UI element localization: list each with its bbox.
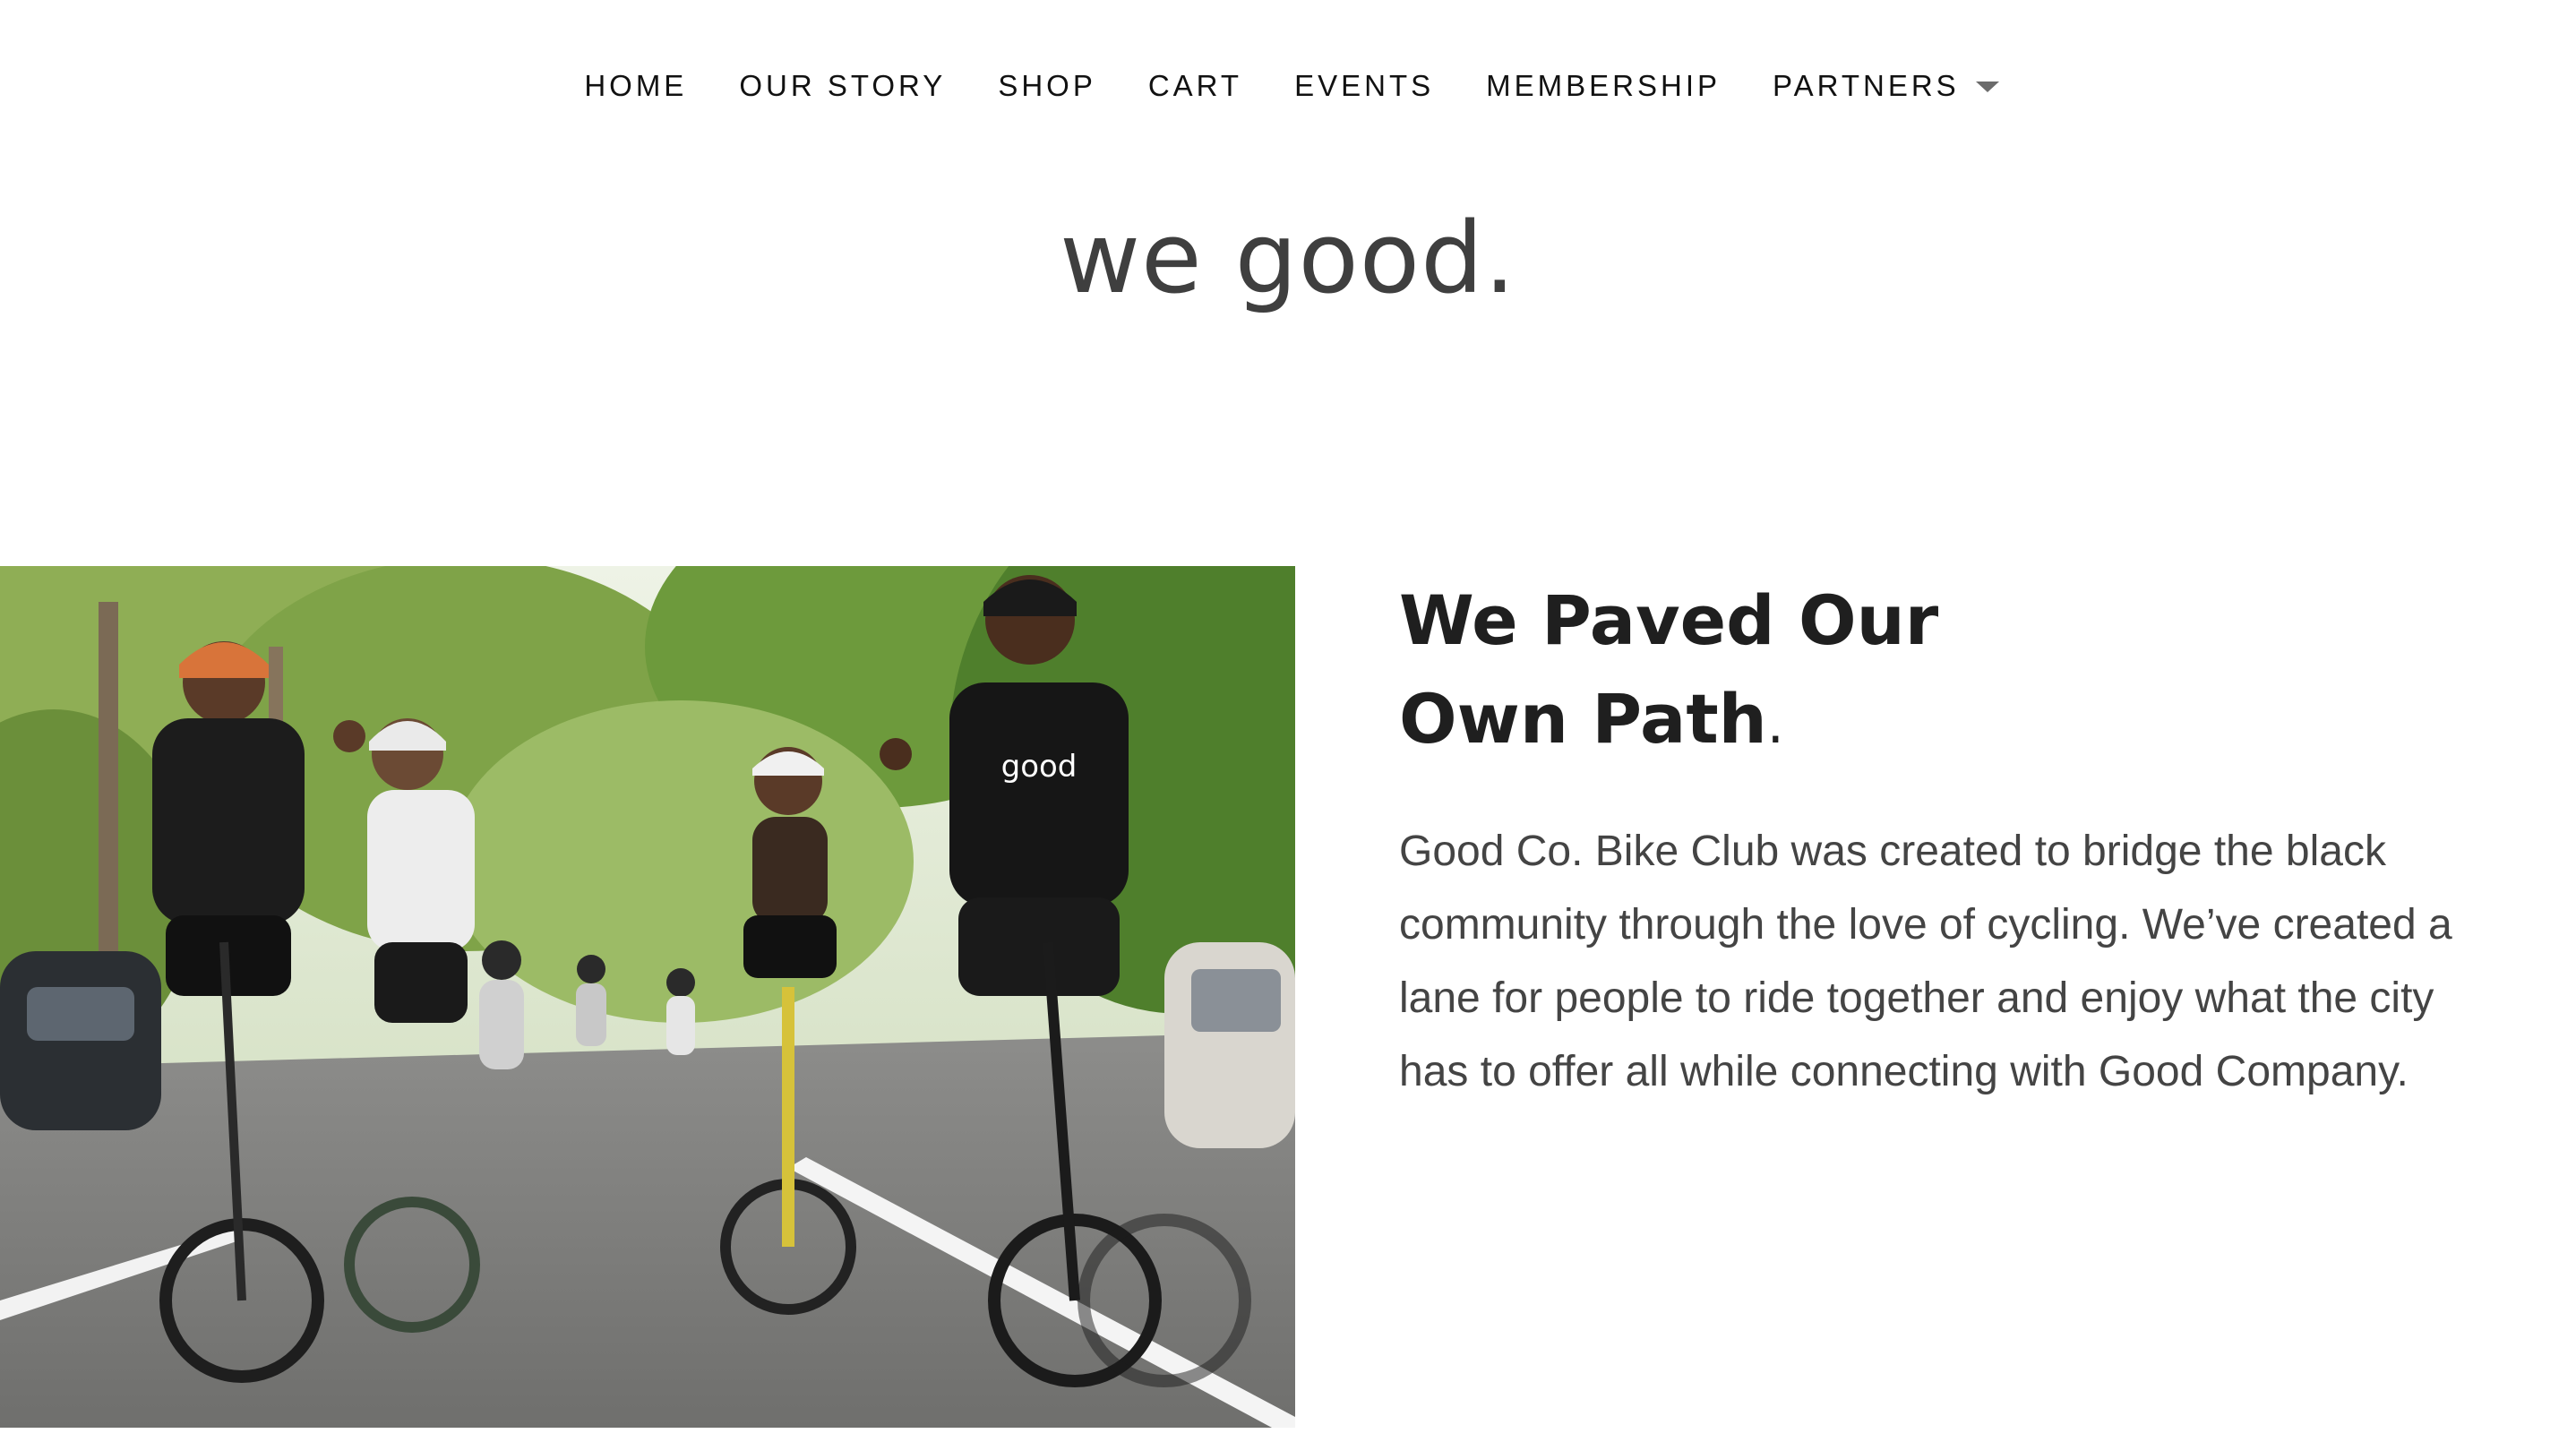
site-title: we good. [1060, 201, 1516, 315]
about-body: Good Co. Bike Club was created to bridge… [1399, 828, 2452, 1095]
nav-link-membership[interactable]: MEMBERSHIP [1486, 69, 1721, 103]
nav-link-our-story[interactable]: OUR STORY [739, 69, 946, 103]
headline-line-1: We Paved Our [1399, 580, 1939, 660]
about-section: We Paved Our Own Path. Good Co. Bike Clu… [1399, 571, 2456, 1152]
main-navigation: HOME OUR STORY SHOP CART EVENTS MEMBERSH… [0, 64, 2576, 107]
svg-text:good: good [1001, 749, 1078, 785]
chevron-down-icon[interactable] [1975, 82, 1999, 92]
nav-link-events[interactable]: EVENTS [1294, 69, 1434, 103]
nav-links: HOME OUR STORY SHOP CART EVENTS MEMBERSH… [584, 69, 1999, 103]
headline-line-2-text: Own Path [1399, 679, 1767, 759]
about-headline: We Paved Our Own Path. [1399, 571, 2456, 774]
headline-period: . [1766, 693, 1784, 756]
headline-line-2: Own Path. [1399, 670, 2456, 774]
nav-link-partners[interactable]: PARTNERS [1773, 69, 1960, 103]
nav-dropdown-partners[interactable]: PARTNERS [1773, 69, 1999, 103]
nav-link-shop[interactable]: SHOP [998, 69, 1096, 103]
nav-link-cart[interactable]: CART [1148, 69, 1242, 103]
nav-link-home[interactable]: HOME [584, 69, 687, 103]
group-cycling-photo: good [0, 566, 1295, 1428]
